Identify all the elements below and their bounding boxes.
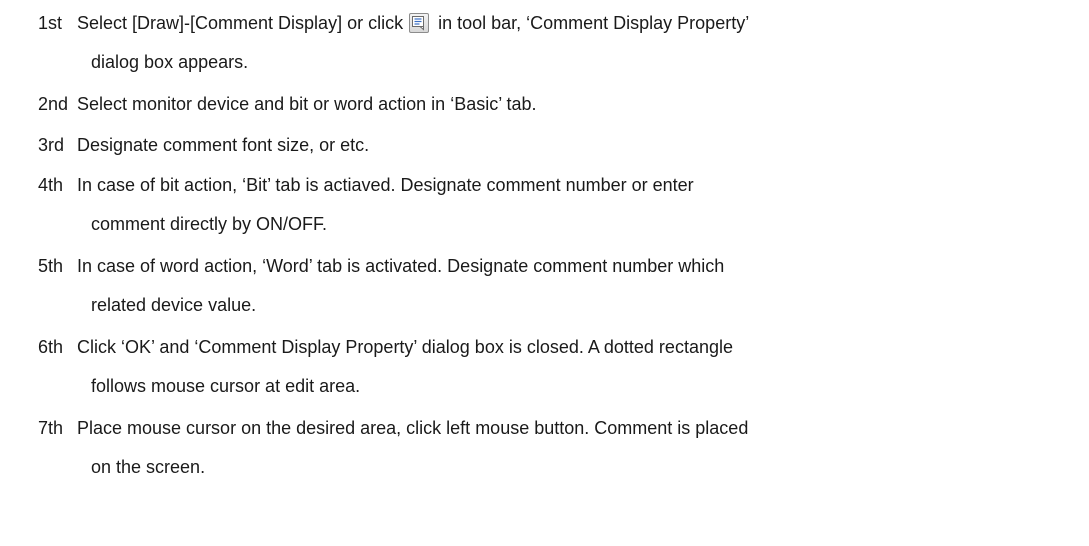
comment-display-icon — [409, 13, 430, 33]
step-1: 1st Select [Draw]-[Comment Display] or cl… — [38, 12, 749, 34]
step-text: Designate comment font size, or etc. — [77, 135, 370, 155]
step-text: Place mouse cursor on the desired area, … — [77, 418, 749, 438]
step-text-continued: in tool bar, ‘Comment Display Property’ — [438, 13, 750, 33]
step-3: 3rd Designate comment font size, or etc. — [38, 134, 369, 156]
step-number: 7th — [38, 418, 64, 438]
step-5-continuation: related device value. — [91, 295, 257, 315]
step-7: 7th Place mouse cursor on the desired are… — [38, 417, 748, 439]
step-5: 5th In case of word action, ‘Word’ tab is… — [38, 255, 724, 277]
step-text: In case of word action, ‘Word’ tab is ac… — [77, 256, 725, 276]
step-number: 1st — [38, 13, 63, 33]
step-text: In case of bit action, ‘Bit’ tab is acti… — [77, 175, 694, 195]
step-number: 6th — [38, 337, 64, 357]
step-number: 2nd — [38, 94, 69, 114]
step-6: 6th Click ‘OK’ and ‘Comment Display Prope… — [38, 336, 733, 358]
step-text: Select [Draw]-[Comment Display] or click — [77, 13, 404, 33]
step-6-continuation: follows mouse cursor at edit area. — [91, 376, 361, 396]
step-text: Click ‘OK’ and ‘Comment Display Property… — [77, 337, 733, 357]
step-number: 5th — [38, 256, 64, 276]
step-4-continuation: comment directly by ON/OFF. — [91, 214, 328, 234]
step-2: 2nd Select monitor device and bit or word… — [38, 93, 537, 115]
step-number: 3rd — [38, 135, 65, 155]
step-text: Select monitor device and bit or word ac… — [77, 94, 537, 114]
step-number: 4th — [38, 175, 64, 195]
step-4: 4th In case of bit action, ‘Bit’ tab is a… — [38, 174, 694, 196]
step-7-continuation: on the screen. — [91, 457, 206, 477]
step-1-continuation: dialog box appears. — [91, 52, 249, 72]
